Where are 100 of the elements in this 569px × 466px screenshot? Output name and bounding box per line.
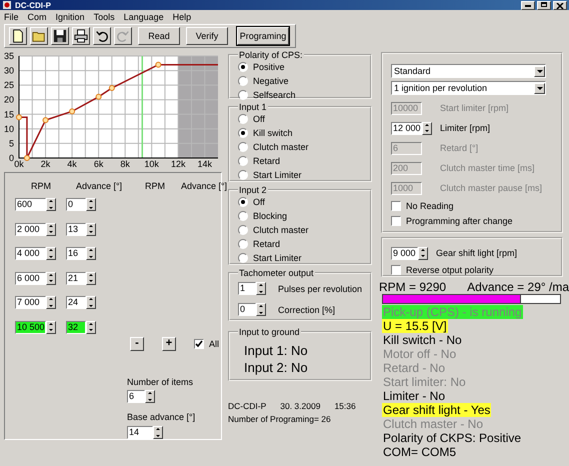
radio-button[interactable] (238, 253, 248, 263)
print-button[interactable] (72, 27, 90, 45)
curve-point[interactable] (24, 155, 30, 161)
radio-button[interactable] (238, 76, 248, 86)
menu-item[interactable]: Tools (94, 12, 115, 23)
maximize-button[interactable] (537, 0, 551, 10)
spin-buttons[interactable] (86, 296, 96, 309)
spin-buttons[interactable] (46, 320, 56, 334)
number-field[interactable]: 12 000 (391, 122, 422, 134)
radio-label[interactable]: Retard (253, 156, 280, 166)
number-field[interactable]: 9 000 (391, 246, 418, 260)
spin-buttons[interactable] (418, 246, 428, 260)
spin-buttons[interactable] (86, 320, 96, 334)
checkbox-label[interactable]: No Reading (406, 200, 454, 210)
checkbox[interactable] (391, 216, 401, 226)
remove-button[interactable]: - (130, 336, 144, 350)
radio-label[interactable]: Positive (253, 62, 285, 72)
number-field[interactable]: 6 000 (15, 272, 46, 284)
dropdown[interactable]: Standard (391, 64, 546, 78)
number-field[interactable]: 13 (66, 222, 86, 236)
radio-label[interactable]: Clutch master (253, 225, 309, 235)
number-field[interactable]: 14 (127, 426, 153, 439)
radio-button[interactable] (238, 239, 248, 249)
spin-buttons[interactable] (86, 222, 96, 236)
spin-buttons[interactable] (256, 282, 266, 295)
radio-button[interactable] (238, 128, 248, 138)
curve-point[interactable] (16, 114, 22, 120)
spin-buttons[interactable] (46, 247, 56, 260)
radio-label[interactable]: Start Limiter (253, 170, 302, 180)
menu-item[interactable]: Help (172, 12, 192, 23)
radio-label[interactable]: Retard (253, 239, 280, 249)
caret-icon (536, 86, 542, 90)
number-field[interactable]: 4 000 (15, 247, 46, 260)
spin-buttons[interactable] (422, 122, 432, 134)
menu-item[interactable]: Com (28, 12, 47, 23)
radio-button[interactable] (238, 90, 248, 100)
radio-button[interactable] (238, 142, 248, 152)
radio-label[interactable]: Off (253, 114, 265, 124)
radio-label[interactable]: Off (253, 197, 265, 207)
curve-point[interactable] (69, 108, 76, 114)
curve-point[interactable] (42, 117, 49, 124)
number-field[interactable]: 10 500 (15, 320, 46, 334)
menu-item[interactable]: Ignition (56, 12, 85, 23)
number-field[interactable]: 24 (66, 296, 86, 309)
status-text: Input 1: No (244, 342, 309, 359)
number-field[interactable]: 0 (238, 303, 256, 316)
toolbar-button[interactable]: Programing (237, 27, 289, 45)
radio-button[interactable] (238, 211, 248, 221)
add-button[interactable]: + (162, 336, 176, 350)
checkbox-label[interactable]: All (209, 338, 220, 348)
radio-button[interactable] (238, 62, 248, 72)
checkbox-label[interactable]: Reverse otput polarity (406, 264, 494, 274)
radio-label[interactable]: Selfsearch (253, 90, 296, 100)
checkbox[interactable] (194, 338, 204, 348)
close-button[interactable] (553, 0, 567, 10)
radio-label[interactable]: Negative (253, 76, 289, 86)
spin-buttons[interactable] (145, 390, 155, 403)
number-field[interactable]: 21 (66, 272, 86, 284)
dropdown[interactable]: 1 ignition per revolution (391, 81, 546, 95)
spin-buttons[interactable] (256, 303, 266, 316)
new-button[interactable] (9, 27, 27, 45)
save-button[interactable] (51, 27, 69, 45)
radio-label[interactable]: Blocking (253, 211, 288, 221)
radio-label[interactable]: Start Limiter (253, 253, 302, 263)
number-field[interactable]: 0 (66, 198, 86, 211)
spin-buttons[interactable] (86, 247, 96, 260)
number-field[interactable]: 600 (15, 198, 46, 211)
undo-button[interactable] (93, 27, 111, 45)
number-field[interactable]: 32 (66, 320, 86, 334)
checkbox-label[interactable]: Programming after change (406, 216, 513, 226)
spin-buttons[interactable] (86, 198, 96, 211)
curve-point[interactable] (108, 85, 115, 92)
spin-buttons[interactable] (46, 222, 56, 236)
spin-buttons[interactable] (153, 426, 163, 439)
radio-label[interactable]: Kill switch (253, 128, 293, 138)
radio-button[interactable] (238, 114, 248, 124)
radio-button[interactable] (238, 225, 248, 235)
spin-buttons[interactable] (46, 296, 56, 309)
menu-item[interactable]: File (4, 12, 19, 23)
curve-point[interactable] (96, 94, 102, 100)
toolbar-button[interactable]: Verify (186, 27, 228, 45)
number-field[interactable]: 6 (127, 390, 145, 403)
number-field[interactable]: 1 (238, 282, 256, 295)
number-field[interactable]: 16 (66, 247, 86, 260)
spin-buttons[interactable] (86, 272, 96, 284)
checkbox[interactable] (391, 200, 401, 210)
number-field[interactable]: 7 000 (15, 296, 46, 309)
open-button[interactable] (30, 27, 48, 45)
checkbox[interactable] (391, 264, 401, 274)
spin-buttons[interactable] (46, 198, 56, 211)
toolbar-button[interactable]: Read (138, 27, 180, 45)
curve-point[interactable] (155, 62, 162, 68)
radio-button[interactable] (238, 156, 248, 166)
minimize-button[interactable] (521, 0, 535, 10)
number-field[interactable]: 2 000 (15, 222, 46, 236)
spin-buttons[interactable] (46, 272, 56, 284)
radio-button[interactable] (238, 170, 248, 180)
menu-item[interactable]: Language (124, 12, 164, 23)
radio-label[interactable]: Clutch master (253, 142, 309, 152)
radio-button[interactable] (238, 197, 248, 207)
